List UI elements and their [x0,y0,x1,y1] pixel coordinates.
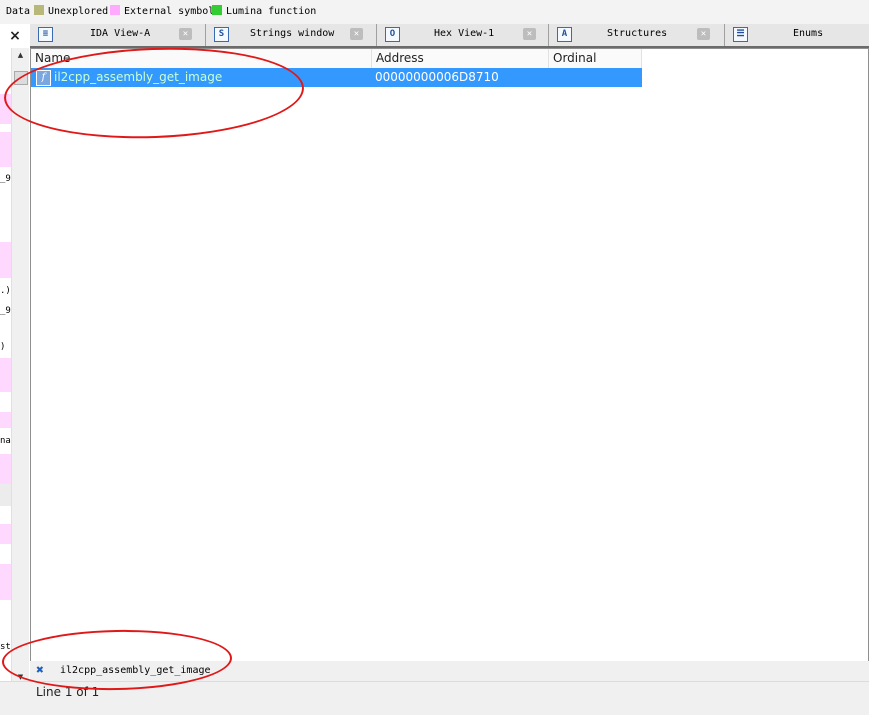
close-tab-icon[interactable]: ✕ [523,28,536,40]
enums-icon: ☰ [733,27,748,42]
ida-view-icon: ≡ [38,27,53,42]
table-row[interactable]: f il2cpp_assembly_get_image 00000000006D… [14,68,642,87]
side-fragment: st [0,642,11,652]
tab-label: Hex View-1 [434,28,495,39]
close-tab-icon[interactable]: ✕ [697,28,710,40]
unexplored-swatch [34,5,44,15]
side-highlight [0,524,11,544]
side-highlight [0,484,11,506]
side-fragment: .) [0,286,11,296]
tab-label: Structures [607,28,668,39]
row-name: il2cpp_assembly_get_image [54,70,223,84]
tab-label: Enums [793,28,824,39]
legend-external-symbol: External symbol [110,5,214,19]
side-panel: × _9 .) _9 ) na st ▲ ▼ [0,24,30,684]
side-fragment: na [0,436,11,446]
column-name-header[interactable]: Name [31,49,372,68]
function-icon: f [36,70,51,86]
side-scrollbar[interactable]: ▲ ▼ [11,48,29,684]
tab-label: Strings window [250,28,335,39]
close-tab-icon[interactable]: ✕ [350,28,363,40]
side-highlight [0,242,11,278]
close-panel-icon[interactable]: × [2,28,28,44]
hex-view-icon: O [385,27,400,42]
row-marker [14,71,28,85]
side-highlight [0,412,11,428]
tab-strings-window[interactable]: S Strings window ✕ [206,24,376,46]
lumina-function-swatch [212,5,222,15]
side-highlight [0,358,11,392]
side-fragment: _9 [0,306,11,316]
tab-enums[interactable]: ☰ Enums [725,24,869,46]
tab-hex-view-1[interactable]: O Hex View-1 ✕ [377,24,547,46]
legend-data: Data [6,6,31,17]
table-header: Name Address Ordinal [31,49,642,68]
status-bar: Line 1 of 1 [0,681,869,715]
side-highlight [0,454,11,484]
structures-icon: A [557,27,572,42]
legend-lumina-function: Lumina function [212,5,316,19]
row-address: 00000000006D8710 [375,70,499,84]
column-address-header[interactable]: Address [372,49,549,68]
clear-filter-icon[interactable]: ✖ [33,664,47,678]
column-ordinal-header[interactable]: Ordinal [549,49,642,68]
filter-input[interactable]: il2cpp_assembly_get_image [60,665,211,676]
tab-structures[interactable]: A Structures ✕ [549,24,724,46]
tab-label: IDA View-A [90,28,151,39]
side-highlight [0,564,11,600]
close-tab-icon[interactable]: ✕ [179,28,192,40]
tab-bar: ≡ IDA View-A ✕ S Strings window ✕ O Hex … [30,24,869,48]
function-chooser: Name Address Ordinal f il2cpp_assembly_g… [14,48,869,662]
status-text: Line 1 of 1 [36,685,100,699]
tab-ida-view-a[interactable]: ≡ IDA View-A ✕ [30,24,205,46]
side-fragment: _9 [0,174,11,184]
side-fragment: ) [0,342,6,352]
strings-icon: S [214,27,229,42]
quick-filter-bar: ✖ il2cpp_assembly_get_image [30,661,869,681]
scroll-up-icon[interactable]: ▲ [16,50,25,60]
legend-unexplored: Unexplored [34,5,108,19]
side-highlight [0,94,11,124]
side-highlight [0,132,11,167]
external-symbol-swatch [110,5,120,15]
legend-bar: Data Unexplored External symbol Lumina f… [0,0,869,24]
